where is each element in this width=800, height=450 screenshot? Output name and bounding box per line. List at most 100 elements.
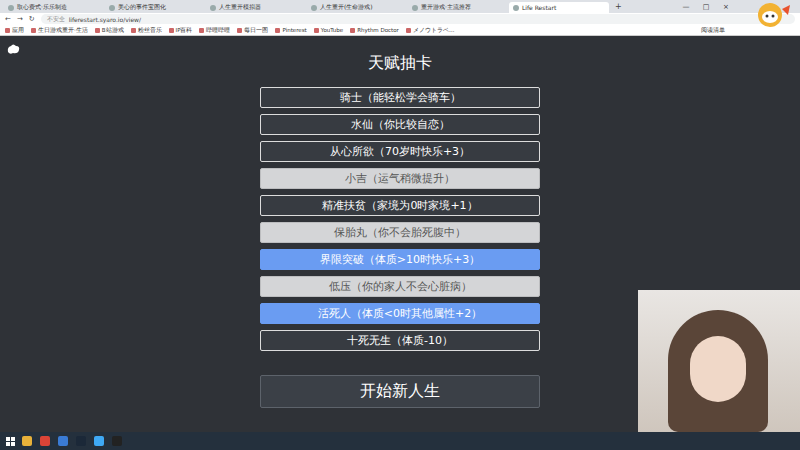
browser-tab[interactable]: 取心费式·乐乐制造: [4, 2, 104, 13]
bookmark-icon: [237, 28, 242, 33]
app-icon: [57, 435, 69, 447]
bookmark[interactable]: 哔哩哔哩: [199, 27, 230, 34]
browser-tab[interactable]: 美心的事件宝图化: [105, 2, 205, 13]
bookmark-label: 应用: [12, 27, 24, 34]
start-button[interactable]: 开始新人生: [260, 375, 540, 408]
bookmark-icon: [314, 28, 319, 33]
security-label: 不安全: [47, 15, 65, 24]
bookmark-label: メノウトラベ…: [413, 27, 455, 34]
talent-card[interactable]: 活死人（体质<0时其他属性+2）: [260, 303, 540, 324]
talent-list: 骑士（能轻松学会骑车） 水仙（你比较自恋） 从心所欲（70岁时快乐+3） 小吉（运气稍…: [260, 87, 540, 351]
address-bar: ← → ↻ 不安全liferestart.syaro.io/view/: [0, 13, 800, 25]
bookmark-icon: [406, 28, 411, 33]
bookmark[interactable]: YouTube: [314, 27, 343, 33]
bookmark[interactable]: 应用: [5, 27, 24, 34]
bookmark-label: Pinterest: [282, 27, 306, 33]
bookmark-icon: [199, 28, 204, 33]
tab-label: 美心的事件宝图化: [118, 3, 166, 12]
bookmark[interactable]: Rhythm Doctor: [350, 27, 399, 33]
bookmark-label: 生日游戏重开·生活: [38, 27, 88, 34]
stream-logo: [756, 1, 792, 35]
bookmarks-bar: 应用 生日游戏重开·生活 B站游戏 粉丝音乐 IP百科 哔哩哔哩每日一图 Pinterest…: [0, 25, 800, 36]
qq-icon: [111, 435, 123, 447]
talent-label: 从心所欲（70岁时快乐+3）: [330, 144, 470, 159]
taskbar: [0, 432, 800, 450]
bookmark[interactable]: メノウトラベ…: [406, 27, 455, 34]
tab-bar: 取心费式·乐乐制造 美心的事件宝图化 人生重开模拟器 人生重开(生命游戏) 重开游戏·主…: [0, 0, 800, 13]
nav-button[interactable]: →: [17, 15, 23, 23]
bookmark-label: Rhythm Doctor: [357, 27, 399, 33]
webcam-video: [638, 290, 800, 432]
chrome-icon: [39, 435, 51, 447]
favicon-icon: [311, 5, 317, 11]
new-tab-button[interactable]: +: [610, 2, 627, 11]
bookmark[interactable]: IP百科: [169, 27, 193, 34]
bookmark-icon: [131, 28, 136, 33]
tab-label: 人生重开(生命游戏): [320, 3, 373, 12]
browser-tab[interactable]: 重开游戏·主流推荐: [408, 2, 508, 13]
window-control-button[interactable]: ×: [716, 0, 736, 13]
bookmark-label: 哔哩哔哩: [206, 27, 230, 34]
bookmark-icon: [169, 28, 174, 33]
nav-button[interactable]: ↻: [29, 15, 35, 23]
talent-label: 保胎丸（你不会胎死腹中）: [334, 225, 466, 240]
talent-card[interactable]: 骑士（能轻松学会骑车）: [260, 87, 540, 108]
bookmark-icon: [95, 28, 100, 33]
window-controls: —□×: [676, 0, 736, 13]
nav-button[interactable]: ←: [5, 15, 11, 23]
talent-label: 低压（你的家人不会心脏病）: [329, 279, 472, 294]
bookmark[interactable]: B站游戏: [95, 27, 124, 34]
bookmark[interactable]: Pinterest: [275, 27, 306, 33]
talent-label: 骑士（能轻松学会骑车）: [340, 90, 461, 105]
talent-label: 精准扶贫（家境为0时家境+1）: [322, 198, 477, 213]
talent-card[interactable]: 低压（你的家人不会心脏病）: [260, 276, 540, 297]
bookmark-label: 粉丝音乐: [138, 27, 162, 34]
page-logo: [6, 41, 21, 60]
window-control-button[interactable]: —: [676, 0, 696, 13]
bookmark-icon: [275, 28, 280, 33]
tab-label: 重开游戏·主流推荐: [421, 3, 471, 12]
url-field[interactable]: 不安全liferestart.syaro.io/view/: [41, 14, 795, 24]
browser-tab[interactable]: 人生重开(生命游戏): [307, 2, 407, 13]
app-icon: [93, 435, 105, 447]
bookmark[interactable]: 每日一图: [237, 27, 268, 34]
reading-list[interactable]: 阅读清单: [701, 27, 725, 34]
tab-label: 取心费式·乐乐制造: [17, 3, 67, 12]
bookmark-icon: [31, 28, 36, 33]
bookmark-icon: [5, 28, 10, 33]
talent-label: 小吉（运气稍微提升）: [345, 171, 455, 186]
talent-label: 活死人（体质<0时其他属性+2）: [318, 306, 482, 321]
bookmark[interactable]: 生日游戏重开·生活: [31, 27, 88, 34]
talent-card[interactable]: 精准扶贫（家境为0时家境+1）: [260, 195, 540, 216]
favicon-icon: [210, 5, 216, 11]
tab-label: 人生重开模拟器: [219, 3, 261, 12]
window-control-button[interactable]: □: [696, 0, 716, 13]
talent-label: 十死无生（体质-10）: [347, 333, 453, 348]
windows-icon: [6, 437, 15, 446]
bookmark-label: B站游戏: [102, 27, 124, 34]
douyu-logo-icon: [756, 1, 792, 31]
tab-label: Life Restart: [522, 4, 556, 11]
talent-card[interactable]: 从心所欲（70岁时快乐+3）: [260, 141, 540, 162]
browser-tab[interactable]: 人生重开模拟器: [206, 2, 306, 13]
talent-card[interactable]: 小吉（运气稍微提升）: [260, 168, 540, 189]
talent-card[interactable]: 界限突破（体质>10时快乐+3）: [260, 249, 540, 270]
favicon-icon: [513, 5, 519, 11]
bookmark[interactable]: 粉丝音乐: [131, 27, 162, 34]
page-title: 天赋抽卡: [368, 50, 432, 76]
browser-tab[interactable]: Life Restart: [509, 2, 609, 13]
cloud-icon: [6, 43, 21, 56]
bookmark-label: IP百科: [176, 27, 193, 34]
talent-card[interactable]: 十死无生（体质-10）: [260, 330, 540, 351]
streamer-face: [690, 336, 746, 402]
talent-label: 水仙（你比较自恋）: [351, 117, 450, 132]
favicon-icon: [412, 5, 418, 11]
favicon-icon: [109, 5, 115, 11]
folder-icon: [21, 435, 33, 447]
bookmark-label: YouTube: [321, 27, 343, 33]
steam-icon: [75, 435, 87, 447]
talent-card[interactable]: 水仙（你比较自恋）: [260, 114, 540, 135]
favicon-icon: [8, 5, 14, 11]
talent-label: 界限突破（体质>10时快乐+3）: [320, 252, 480, 267]
talent-card[interactable]: 保胎丸（你不会胎死腹中）: [260, 222, 540, 243]
